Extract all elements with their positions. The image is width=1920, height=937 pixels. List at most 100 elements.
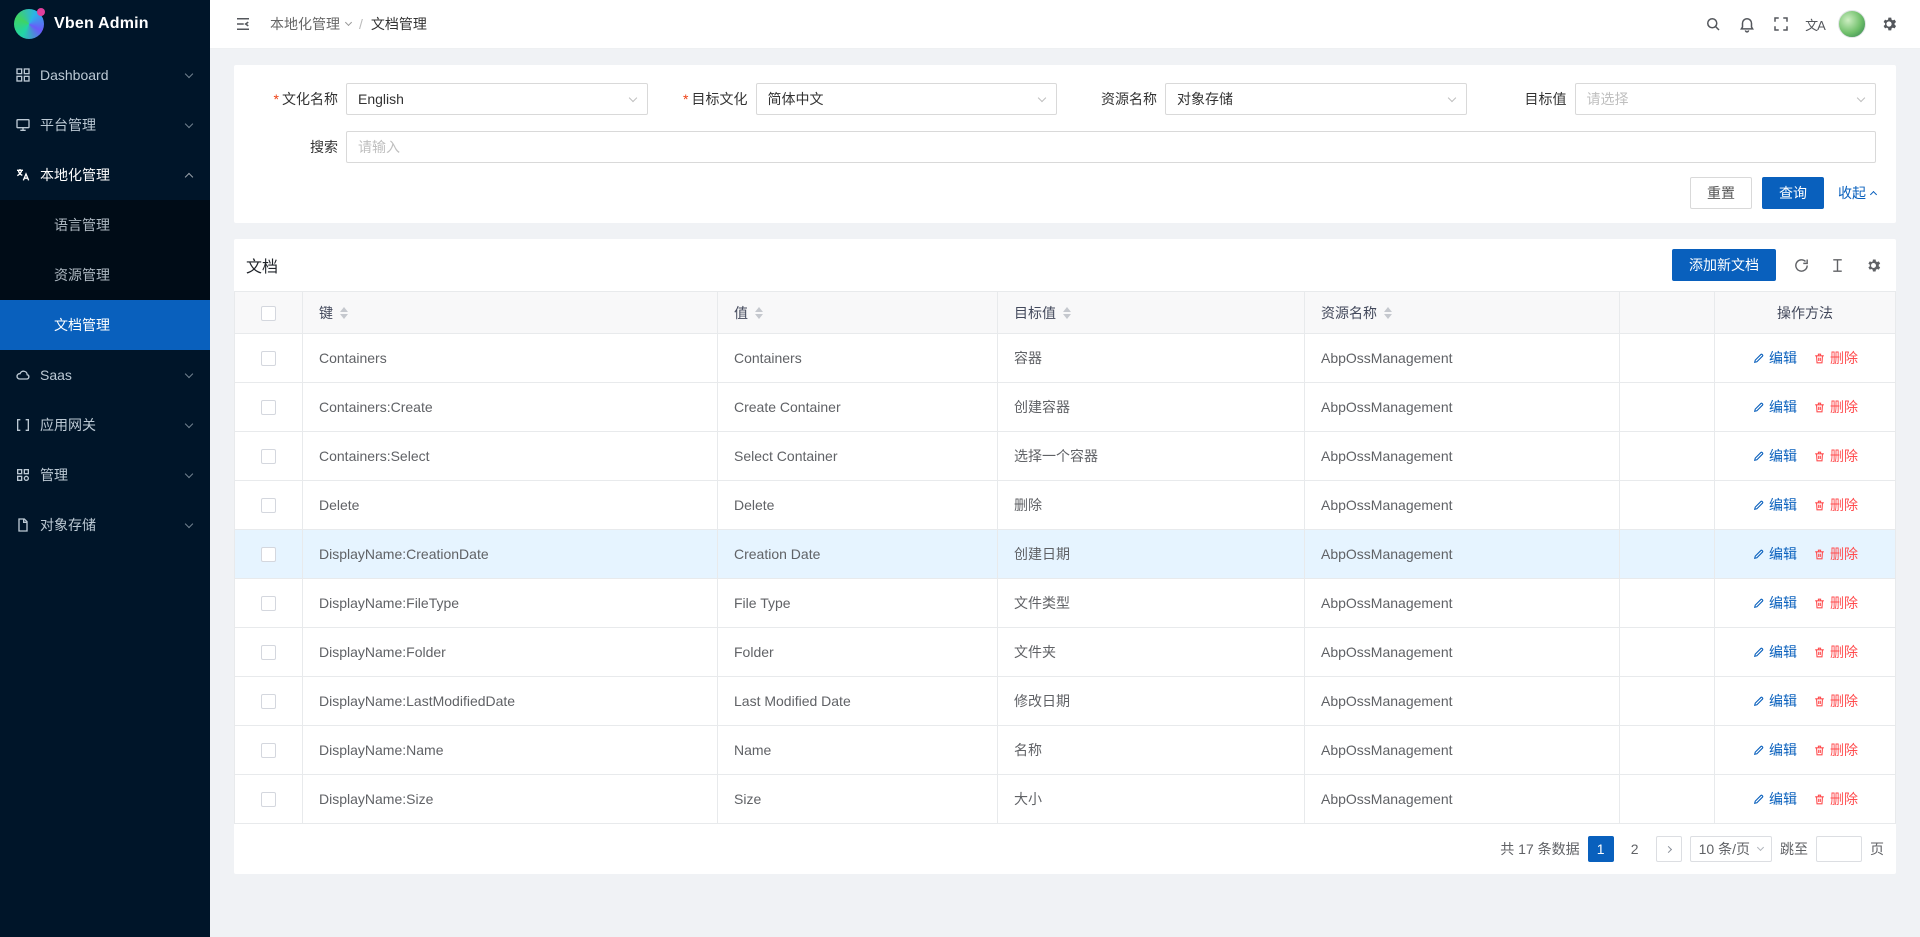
table-row[interactable]: Delete Delete 删除 AbpOssManagement 编辑删除: [235, 481, 1896, 530]
delete-button[interactable]: 删除: [1813, 740, 1858, 760]
table-row[interactable]: Containers:Create Create Container 创建容器 …: [235, 383, 1896, 432]
add-document-button[interactable]: 添加新文档: [1672, 249, 1776, 281]
delete-button[interactable]: 删除: [1813, 593, 1858, 613]
edit-button[interactable]: 编辑: [1752, 495, 1797, 515]
delete-button[interactable]: 删除: [1813, 691, 1858, 711]
page-button-2[interactable]: 2: [1622, 836, 1648, 862]
delete-button[interactable]: 删除: [1813, 446, 1858, 466]
chevron-down-icon: [185, 119, 193, 127]
sidebar-item-gateway[interactable]: 应用网关: [0, 400, 210, 450]
query-button[interactable]: 查询: [1762, 177, 1824, 209]
collapse-link[interactable]: 收起: [1838, 183, 1876, 203]
cell-value: Containers: [718, 334, 998, 383]
sidebar-item-platform[interactable]: 平台管理: [0, 100, 210, 150]
reset-button[interactable]: 重置: [1690, 177, 1752, 209]
cell-target: 选择一个容器: [998, 432, 1305, 481]
table-row[interactable]: DisplayName:Size Size 大小 AbpOssManagemen…: [235, 775, 1896, 824]
translate-icon[interactable]: 文A: [1798, 0, 1832, 49]
bell-icon[interactable]: [1730, 0, 1764, 49]
delete-button[interactable]: 删除: [1813, 544, 1858, 564]
cell-resource: AbpOssManagement: [1305, 726, 1620, 775]
next-page-button[interactable]: [1656, 836, 1682, 862]
row-checkbox[interactable]: [261, 351, 276, 366]
delete-button[interactable]: 删除: [1813, 397, 1858, 417]
row-checkbox[interactable]: [261, 645, 276, 660]
edit-button[interactable]: 编辑: [1752, 789, 1797, 809]
table-row[interactable]: DisplayName:Name Name 名称 AbpOssManagemen…: [235, 726, 1896, 775]
search-icon[interactable]: [1696, 0, 1730, 49]
avatar[interactable]: [1838, 10, 1866, 38]
logo-title: Vben Admin: [54, 15, 149, 33]
table-row[interactable]: Containers:Select Select Container 选择一个容…: [235, 432, 1896, 481]
logo[interactable]: Vben Admin: [0, 0, 210, 48]
row-checkbox[interactable]: [261, 547, 276, 562]
sidebar-item-localization[interactable]: 本地化管理: [0, 150, 210, 200]
edit-button[interactable]: 编辑: [1752, 642, 1797, 662]
edit-button[interactable]: 编辑: [1752, 348, 1797, 368]
sidebar-item-admin[interactable]: 管理: [0, 450, 210, 500]
row-checkbox[interactable]: [261, 400, 276, 415]
sidebar-item-resource-management[interactable]: 资源管理: [0, 250, 210, 300]
breadcrumb-parent[interactable]: 本地化管理: [270, 14, 351, 34]
menu-fold-icon[interactable]: [226, 0, 260, 49]
column-target-value[interactable]: 目标值: [998, 292, 1305, 334]
page-size-select[interactable]: 10 条/页: [1690, 836, 1772, 862]
column-empty: [1620, 292, 1715, 334]
search-input[interactable]: [346, 131, 1876, 163]
cell-key: Containers: [303, 334, 718, 383]
delete-button[interactable]: 删除: [1813, 642, 1858, 662]
table-row[interactable]: DisplayName:LastModifiedDate Last Modifi…: [235, 677, 1896, 726]
edit-button[interactable]: 编辑: [1752, 740, 1797, 760]
table-row[interactable]: DisplayName:CreationDate Creation Date 创…: [235, 530, 1896, 579]
cell-key: DisplayName:LastModifiedDate: [303, 677, 718, 726]
page-button-1[interactable]: 1: [1588, 836, 1614, 862]
breadcrumb: 本地化管理 / 文档管理: [270, 14, 427, 34]
saas-icon: [14, 367, 31, 384]
sidebar-item-object-storage[interactable]: 对象存储: [0, 500, 210, 550]
sidebar-item-saas[interactable]: Saas: [0, 350, 210, 400]
column-key[interactable]: 键: [303, 292, 718, 334]
row-checkbox[interactable]: [261, 449, 276, 464]
breadcrumb-current: 文档管理: [371, 14, 427, 34]
cell-empty: [1620, 530, 1715, 579]
edit-button[interactable]: 编辑: [1752, 691, 1797, 711]
column-height-icon[interactable]: [1826, 254, 1848, 276]
jump-page-input[interactable]: [1816, 836, 1862, 862]
column-settings-gear-icon[interactable]: [1862, 254, 1884, 276]
sidebar-item-dashboard[interactable]: Dashboard: [0, 50, 210, 100]
table-toolbar-actions: 添加新文档: [1672, 249, 1884, 281]
target-value-select[interactable]: 请选择: [1575, 83, 1877, 115]
delete-button[interactable]: 删除: [1813, 789, 1858, 809]
header-select-all[interactable]: [235, 292, 303, 334]
delete-button[interactable]: 删除: [1813, 348, 1858, 368]
fullscreen-icon[interactable]: [1764, 0, 1798, 49]
pencil-icon: [1752, 597, 1765, 610]
culture-select[interactable]: English: [346, 83, 648, 115]
refresh-icon[interactable]: [1790, 254, 1812, 276]
edit-button[interactable]: 编辑: [1752, 397, 1797, 417]
row-checkbox[interactable]: [261, 792, 276, 807]
table-row[interactable]: DisplayName:Folder Folder 文件夹 AbpOssMana…: [235, 628, 1896, 677]
table-row[interactable]: Containers Containers 容器 AbpOssManagemen…: [235, 334, 1896, 383]
cell-key: DisplayName:Name: [303, 726, 718, 775]
settings-gear-icon[interactable]: [1872, 0, 1906, 49]
edit-button[interactable]: 编辑: [1752, 544, 1797, 564]
sidebar-item-language-management[interactable]: 语言管理: [0, 200, 210, 250]
sidebar-item-document-management[interactable]: 文档管理: [0, 300, 210, 350]
chevron-down-icon: [1857, 93, 1865, 101]
jump-prefix-label: 跳至: [1780, 839, 1808, 859]
delete-button[interactable]: 删除: [1813, 495, 1858, 515]
row-checkbox[interactable]: [261, 498, 276, 513]
row-checkbox[interactable]: [261, 694, 276, 709]
row-checkbox[interactable]: [261, 743, 276, 758]
edit-button[interactable]: 编辑: [1752, 446, 1797, 466]
row-checkbox[interactable]: [261, 596, 276, 611]
column-resource-name[interactable]: 资源名称: [1305, 292, 1620, 334]
cell-target: 创建日期: [998, 530, 1305, 579]
edit-button[interactable]: 编辑: [1752, 593, 1797, 613]
target-culture-select[interactable]: 简体中文: [756, 83, 1058, 115]
resource-select[interactable]: 对象存储: [1165, 83, 1467, 115]
column-value[interactable]: 值: [718, 292, 998, 334]
table-row[interactable]: DisplayName:FileType File Type 文件类型 AbpO…: [235, 579, 1896, 628]
select-all-checkbox[interactable]: [261, 306, 276, 321]
